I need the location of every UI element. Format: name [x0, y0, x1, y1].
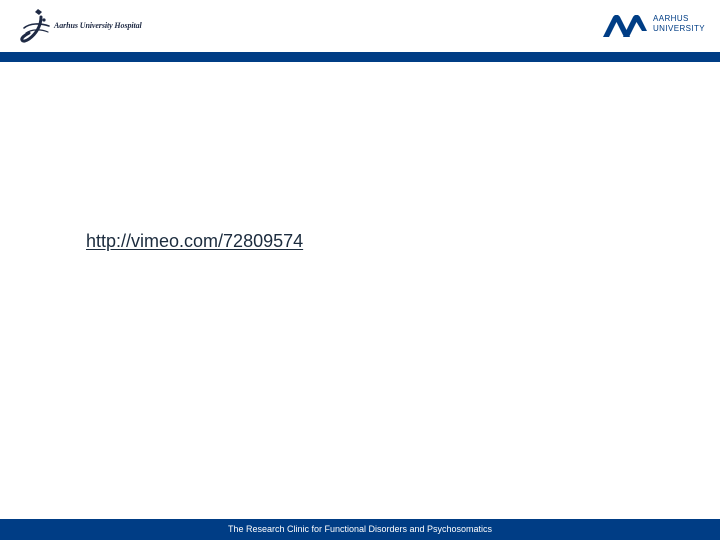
slide-footer: The Research Clinic for Functional Disor… [0, 519, 720, 540]
aarhus-university-hospital-logo: Aarhus University Hospital [20, 6, 170, 46]
aarhus-university-hospital-name: Aarhus University Hospital [54, 21, 142, 30]
header-divider-bar [0, 52, 720, 62]
aarhus-university-hospital-emblem-icon [20, 9, 50, 43]
footer-clinic-name: The Research Clinic for Functional Disor… [227, 524, 493, 534]
vimeo-video-link[interactable]: http://vimeo.com/72809574 [86, 231, 303, 252]
aarhus-university-wordmark: AARHUS UNIVERSITY [653, 14, 705, 34]
aarhus-university-logo: AARHUS UNIVERSITY [603, 13, 707, 39]
au-wordmark-line1: AARHUS [653, 14, 689, 23]
slide-header: Aarhus University Hospital AARHUS UNIVER… [0, 0, 720, 52]
aarhus-university-emblem-icon [603, 15, 647, 37]
au-wordmark-line2: UNIVERSITY [653, 24, 706, 33]
